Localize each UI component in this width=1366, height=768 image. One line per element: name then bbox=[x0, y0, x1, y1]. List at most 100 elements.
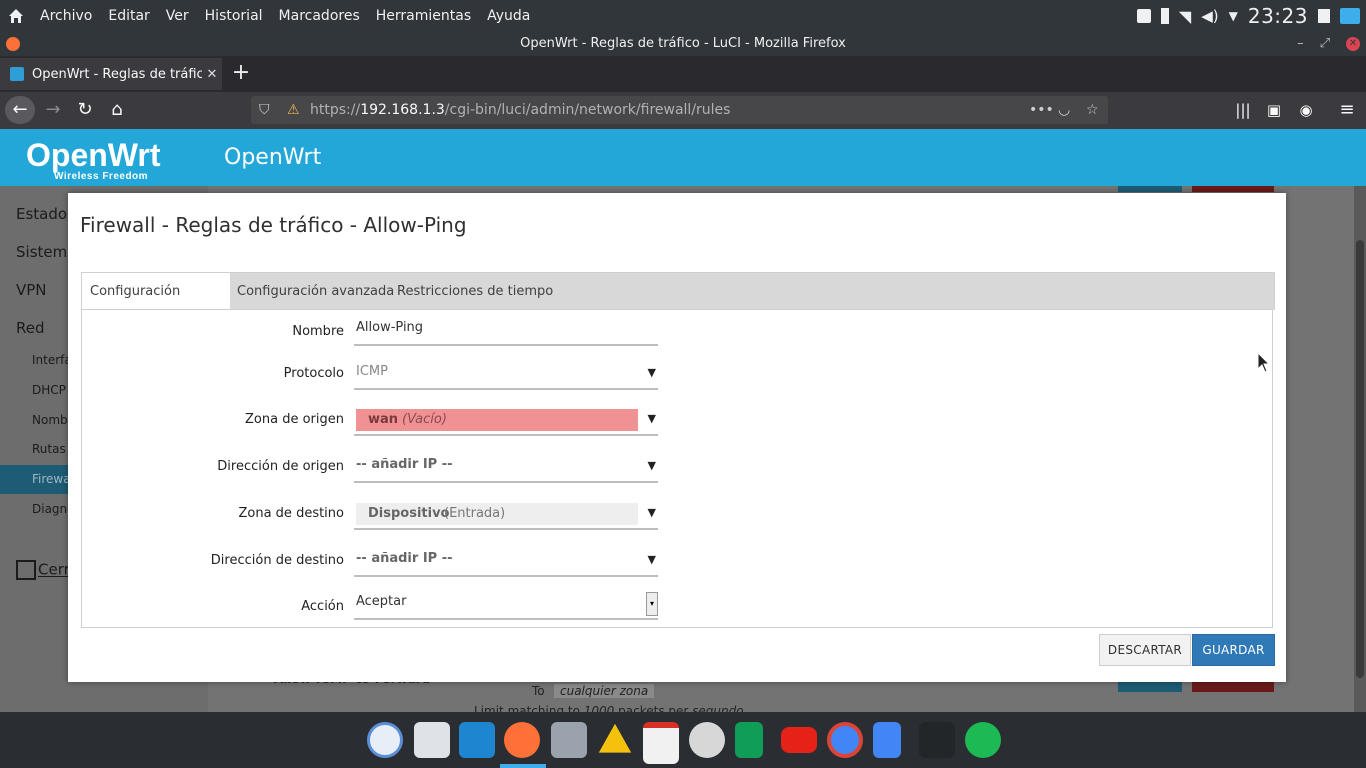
close-icon[interactable]: ✕ bbox=[1346, 37, 1360, 51]
zona-origen-select[interactable]: wan (Vacío) ▼ bbox=[354, 404, 658, 436]
media-icon[interactable] bbox=[1136, 9, 1151, 23]
save-button[interactable]: GUARDAR bbox=[1192, 634, 1275, 666]
tab-title: OpenWrt - Reglas de tráfic bbox=[32, 66, 202, 82]
chevron-down-icon[interactable]: ▼ bbox=[1229, 9, 1238, 23]
forward-icon[interactable]: → bbox=[38, 96, 68, 124]
battery-icon[interactable] bbox=[1160, 8, 1169, 24]
direccion-origen-select[interactable]: -- añadir IP -- ▼ bbox=[354, 451, 658, 483]
select-spinner-icon: ▾ bbox=[646, 592, 658, 616]
url-prefix: https:// bbox=[310, 102, 361, 118]
label-protocolo: Protocolo bbox=[283, 366, 344, 381]
menu-editar[interactable]: Editar bbox=[100, 0, 157, 32]
openwrt-header bbox=[0, 129, 1366, 186]
direccion-destino-value: -- añadir IP -- bbox=[356, 551, 453, 566]
label-nombre: Nombre bbox=[292, 324, 344, 339]
home-browser-icon[interactable]: ⌂ bbox=[102, 96, 132, 124]
page-scrollbar-thumb[interactable] bbox=[1356, 240, 1364, 678]
logout-icon bbox=[16, 560, 36, 580]
nombre-value: Allow-Ping bbox=[356, 320, 424, 335]
bg-top-edit-button[interactable] bbox=[1118, 186, 1182, 192]
chevron-down-icon: ▼ bbox=[647, 553, 656, 566]
docs-icon[interactable] bbox=[873, 722, 901, 758]
zona-destino-note: (Entrada) bbox=[444, 506, 506, 521]
new-tab-icon[interactable]: + bbox=[230, 60, 252, 88]
reload-icon[interactable]: ↻ bbox=[70, 96, 100, 124]
zona-destino-name: Dispositivo bbox=[368, 506, 450, 521]
video-player-icon[interactable] bbox=[689, 722, 725, 758]
accion-select[interactable]: Aceptar ▾ bbox=[354, 588, 658, 620]
sidebar-item-vpn[interactable]: VPN bbox=[16, 281, 47, 299]
chevron-down-icon: ▼ bbox=[647, 459, 656, 472]
zona-origen-note: (Vacío) bbox=[402, 412, 447, 427]
zona-destino-badge: Dispositivo (Entrada) bbox=[356, 503, 638, 525]
wavebox-icon[interactable] bbox=[459, 722, 495, 758]
sidebar-toggle-icon[interactable]: ▣ bbox=[1259, 96, 1289, 124]
minimize-icon[interactable]: – bbox=[1297, 32, 1304, 56]
home-icon[interactable] bbox=[8, 8, 24, 24]
active-app-indicator bbox=[500, 764, 546, 768]
calculator-icon[interactable] bbox=[414, 722, 450, 758]
protocolo-select[interactable]: ICMP ▼ bbox=[354, 358, 658, 390]
files-icon[interactable] bbox=[551, 722, 587, 758]
sidebar-item-estado[interactable]: Estado bbox=[16, 205, 67, 223]
gmail-icon[interactable] bbox=[643, 722, 679, 764]
firefox-icon[interactable] bbox=[504, 722, 540, 758]
lock-warning-icon[interactable]: ⚠ bbox=[287, 96, 300, 124]
show-desktop-icon[interactable] bbox=[1340, 8, 1360, 24]
shield-icon[interactable]: ⛉ bbox=[259, 96, 270, 124]
library-icon[interactable]: ||| bbox=[1228, 96, 1258, 124]
menu-ver[interactable]: Ver bbox=[158, 0, 197, 32]
chromium-icon[interactable] bbox=[367, 722, 403, 758]
hamburger-menu-icon[interactable]: ≡ bbox=[1332, 96, 1362, 124]
sheets-icon[interactable] bbox=[735, 722, 763, 758]
chevron-down-icon: ▼ bbox=[647, 366, 656, 379]
browser-tab-active[interactable]: OpenWrt - Reglas de tráfic ✕ bbox=[0, 58, 222, 90]
nombre-input[interactable]: Allow-Ping bbox=[354, 314, 658, 346]
direccion-destino-select[interactable]: -- añadir IP -- ▼ bbox=[354, 545, 658, 577]
openwrt-favicon-icon bbox=[10, 67, 24, 81]
sidebar-item-red[interactable]: Red bbox=[16, 319, 45, 337]
url-bar[interactable]: ⛉ ⚠ https://192.168.1.3/cgi-bin/luci/adm… bbox=[251, 96, 1108, 124]
clock[interactable]: 23:23 bbox=[1248, 4, 1308, 28]
discard-button[interactable]: DESCARTAR bbox=[1099, 634, 1191, 666]
tab-configuracion-avanzada[interactable]: Configuración avanzada bbox=[229, 273, 402, 310]
sidebar-sub-hostnames[interactable]: Nombr bbox=[32, 413, 73, 427]
bookmark-star-icon[interactable]: ☆ bbox=[1086, 96, 1099, 124]
general-settings-panel: Nombre Allow-Ping Protocolo ICMP ▼ Zona … bbox=[81, 309, 1273, 628]
menu-marcadores[interactable]: Marcadores bbox=[271, 0, 368, 32]
zona-destino-select[interactable]: Dispositivo (Entrada) ▼ bbox=[354, 498, 658, 530]
sidebar-sub-firewall[interactable]: Firewa bbox=[32, 472, 71, 486]
tab-restricciones-tiempo[interactable]: Restricciones de tiempo bbox=[389, 273, 561, 310]
sidebar-sub-interfaces[interactable]: Interfa bbox=[32, 353, 72, 367]
back-icon[interactable]: ← bbox=[5, 96, 35, 124]
trash-icon[interactable] bbox=[1318, 9, 1330, 23]
menu-ayuda[interactable]: Ayuda bbox=[479, 0, 538, 32]
page-actions-icon[interactable]: ••• bbox=[1029, 96, 1054, 124]
logo-tagline: Wireless Freedom bbox=[54, 171, 149, 182]
chevron-down-icon: ▼ bbox=[647, 412, 656, 425]
menu-archivo[interactable]: Archivo bbox=[32, 0, 100, 32]
terminal-icon[interactable] bbox=[919, 722, 955, 758]
chrome-icon[interactable] bbox=[827, 722, 863, 758]
mouse-cursor-icon bbox=[1257, 352, 1271, 373]
wifi-icon[interactable]: ◥ bbox=[1179, 7, 1191, 26]
tab-configuracion-general[interactable]: Configuración general bbox=[82, 273, 230, 337]
label-zona-destino: Zona de destino bbox=[238, 506, 344, 521]
volume-icon[interactable]: ◀) bbox=[1201, 7, 1218, 25]
pocket-icon[interactable]: ◡ bbox=[1058, 96, 1070, 124]
account-icon[interactable]: ◉ bbox=[1291, 96, 1321, 124]
bg-top-delete-button[interactable] bbox=[1192, 186, 1274, 192]
protocolo-value: ICMP bbox=[356, 364, 388, 379]
bg-to-label: To bbox=[532, 684, 545, 698]
spotify-icon[interactable] bbox=[965, 722, 1001, 758]
close-tab-icon[interactable]: ✕ bbox=[202, 67, 222, 82]
openwrt-logo[interactable]: OpenWrt Wireless Freedom bbox=[26, 138, 161, 182]
url-host: 192.168.1.3 bbox=[360, 102, 445, 118]
url-text: https://192.168.1.3/cgi-bin/luci/admin/n… bbox=[310, 96, 730, 124]
menu-herramientas[interactable]: Herramientas bbox=[368, 0, 479, 32]
youtube-icon[interactable] bbox=[781, 727, 817, 753]
url-path: /cgi-bin/luci/admin/network/firewall/rul… bbox=[444, 102, 731, 118]
maximize-icon[interactable]: ⤢ bbox=[1320, 32, 1330, 56]
menu-historial[interactable]: Historial bbox=[197, 0, 271, 32]
direccion-origen-value: -- añadir IP -- bbox=[356, 457, 453, 472]
